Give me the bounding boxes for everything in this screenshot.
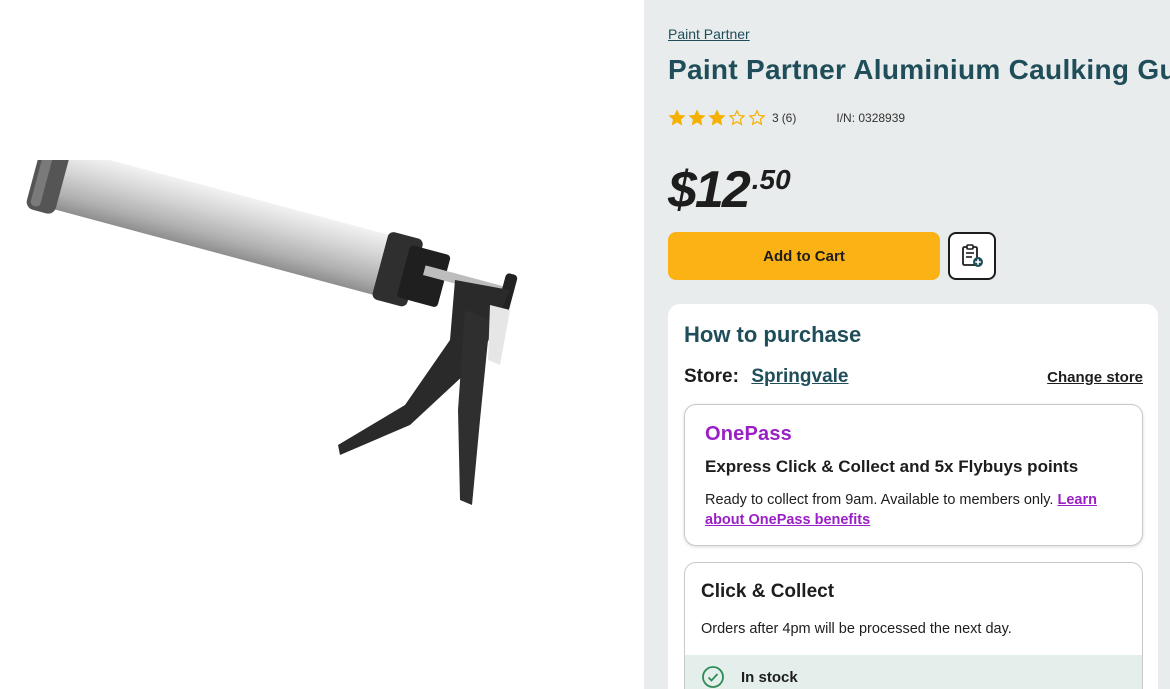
onepass-logo: OnePass (705, 423, 793, 445)
product-image[interactable] (10, 160, 540, 520)
how-to-purchase-title: How to purchase (684, 322, 862, 347)
click-collect-title: Click & Collect (701, 581, 835, 602)
onepass-heading: Express Click & Collect and 5x Flybuys p… (705, 457, 1079, 476)
rating-value: 3 (772, 111, 779, 125)
store-name-link[interactable]: Springvale (751, 366, 848, 387)
check-circle-icon (702, 666, 724, 688)
add-to-list-button[interactable] (948, 232, 996, 280)
item-number: I/N: 0328939 (836, 111, 906, 125)
price-cents: .50 (751, 164, 791, 195)
product-title: Paint Partner Aluminium Caulking Gun (668, 54, 1170, 85)
add-to-list-icon (962, 244, 983, 267)
onepass-option[interactable]: OnePass Express Click & Collect and 5x F… (684, 404, 1143, 546)
star-filled-icon (688, 109, 706, 126)
onepass-description: Ready to collect from 9am. Available to … (705, 490, 1125, 530)
brand-link[interactable]: Paint Partner (668, 26, 750, 42)
add-to-cart-button[interactable]: Add to Cart (668, 232, 940, 280)
rating-stars (668, 109, 766, 127)
click-collect-note: Orders after 4pm will be processed the n… (701, 621, 1012, 637)
star-empty-icon (728, 109, 746, 126)
onepass-description-text: Ready to collect from 9am. Available to … (705, 492, 1054, 508)
star-filled-icon (668, 109, 686, 126)
store-label: Store: (684, 366, 739, 387)
click-collect-option[interactable]: Click & Collect Orders after 4pm will be… (684, 562, 1143, 689)
change-store-link[interactable]: Change store (1047, 369, 1143, 386)
stock-status-bar: In stock (685, 655, 1142, 689)
stock-status-label: In stock (741, 668, 798, 686)
price: $12 .50 (668, 160, 791, 220)
product-gallery (0, 0, 644, 689)
star-empty-icon (748, 109, 766, 126)
product-details-panel: Paint Partner Paint Partner Aluminium Ca… (644, 0, 1170, 689)
review-count[interactable]: (6) (782, 111, 797, 125)
store-row: Store: Springvale Change store (684, 366, 1143, 388)
rating-row[interactable]: 3 (6) I/N: 0328939 (668, 108, 905, 128)
price-dollars: $12 (668, 161, 751, 219)
how-to-purchase-card: How to purchase Store: Springvale Change… (668, 304, 1158, 689)
star-filled-icon (708, 109, 726, 126)
